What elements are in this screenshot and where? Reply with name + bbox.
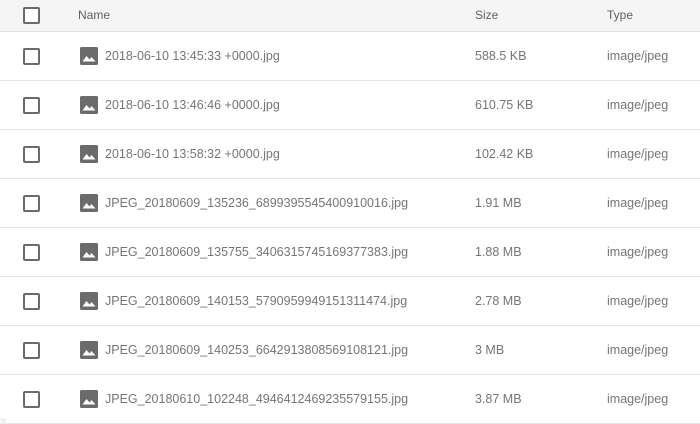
- row-checkbox[interactable]: [23, 146, 40, 163]
- image-file-icon: [80, 194, 98, 212]
- image-file-icon: [80, 292, 98, 310]
- file-name[interactable]: JPEG_20180609_135755_3406315745169377383…: [105, 228, 408, 276]
- file-name[interactable]: 2018-06-10 13:46:46 +0000.jpg: [105, 81, 280, 129]
- file-type: image/jpeg: [607, 147, 669, 161]
- file-name[interactable]: 2018-06-10 13:45:33 +0000.jpg: [105, 32, 280, 80]
- table-row[interactable]: JPEG_20180609_135236_6899395545400910016…: [0, 179, 700, 228]
- select-all-checkbox[interactable]: [23, 7, 40, 24]
- table-header: Name Size Type: [0, 0, 700, 32]
- file-size: 102.42 KB: [475, 147, 534, 161]
- file-size: 588.5 KB: [475, 49, 527, 63]
- column-header-size[interactable]: Size: [475, 0, 498, 32]
- image-file-icon: [80, 47, 98, 65]
- row-checkbox[interactable]: [23, 97, 40, 114]
- file-type: image/jpeg: [607, 294, 669, 308]
- table-row[interactable]: JPEG_20180609_140253_6642913808569108121…: [0, 326, 700, 375]
- file-name[interactable]: JPEG_20180609_140153_5790959949151311474…: [105, 277, 407, 325]
- image-file-icon: [80, 96, 98, 114]
- file-type: image/jpeg: [607, 196, 669, 210]
- row-checkbox[interactable]: [23, 293, 40, 310]
- file-type: image/jpeg: [607, 98, 669, 112]
- file-name[interactable]: JPEG_20180609_140253_6642913808569108121…: [105, 326, 408, 374]
- file-type: image/jpeg: [607, 245, 669, 259]
- table-row[interactable]: JPEG_20180610_102248_4946412469235579155…: [0, 375, 700, 424]
- file-size: 610.75 KB: [475, 98, 534, 112]
- row-checkbox[interactable]: [23, 244, 40, 261]
- file-size: 3.87 MB: [475, 392, 522, 406]
- file-size: 1.91 MB: [475, 196, 522, 210]
- file-type: image/jpeg: [607, 343, 669, 357]
- image-file-icon: [80, 390, 98, 408]
- file-table: Name Size Type 2018-06-10 13:45:33 +0000…: [0, 0, 700, 424]
- row-checkbox[interactable]: [23, 391, 40, 408]
- table-row[interactable]: 2018-06-10 13:45:33 +0000.jpg 588.5 KB i…: [0, 32, 700, 81]
- image-file-icon: [80, 243, 98, 261]
- column-header-type[interactable]: Type: [607, 0, 633, 32]
- file-name[interactable]: JPEG_20180609_135236_6899395545400910016…: [105, 179, 408, 227]
- image-file-icon: [80, 341, 98, 359]
- file-size: 1.88 MB: [475, 245, 522, 259]
- file-size: 3 MB: [475, 343, 505, 357]
- row-checkbox[interactable]: [23, 195, 40, 212]
- file-type: image/jpeg: [607, 392, 669, 406]
- row-checkbox[interactable]: [23, 48, 40, 65]
- file-type: image/jpeg: [607, 49, 669, 63]
- row-checkbox[interactable]: [23, 342, 40, 359]
- column-header-name[interactable]: Name: [78, 0, 110, 32]
- file-name[interactable]: JPEG_20180610_102248_4946412469235579155…: [105, 375, 408, 423]
- file-size: 2.78 MB: [475, 294, 522, 308]
- table-row[interactable]: 2018-06-10 13:46:46 +0000.jpg 610.75 KB …: [0, 81, 700, 130]
- file-name[interactable]: 2018-06-10 13:58:32 +0000.jpg: [105, 130, 280, 178]
- table-row[interactable]: 2018-06-10 13:58:32 +0000.jpg 102.42 KB …: [0, 130, 700, 179]
- image-file-icon: [80, 145, 98, 163]
- table-row[interactable]: JPEG_20180609_140153_5790959949151311474…: [0, 277, 700, 326]
- table-row[interactable]: JPEG_20180609_135755_3406315745169377383…: [0, 228, 700, 277]
